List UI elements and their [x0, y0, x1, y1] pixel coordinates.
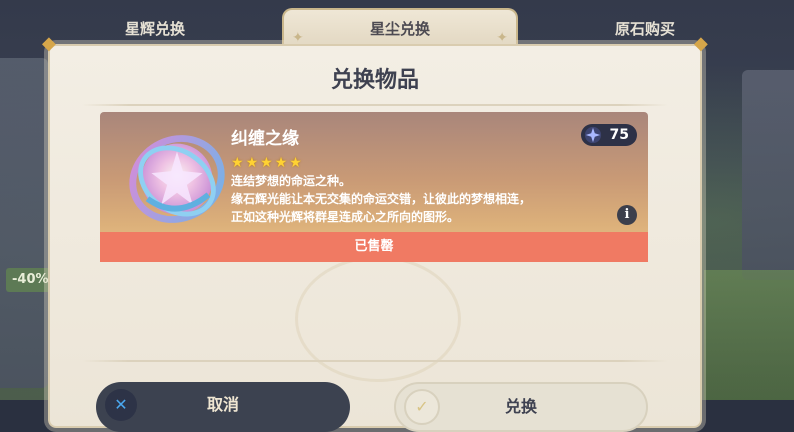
tab-stardust-exchange[interactable]: ✦ 星尘兑换 ✦ — [282, 8, 518, 48]
star-icon: ★ — [289, 155, 302, 171]
description-line: 连结梦想的命运之种。 — [231, 174, 352, 188]
description-line: 正如这种光辉将群星连成心之所向的图形。 — [231, 210, 460, 224]
description-line: 缘石辉光能让本无交集的命运交错，让彼此的梦想相连， — [231, 192, 532, 206]
cancel-button[interactable]: ✕ 取消 — [96, 382, 350, 432]
info-icon[interactable]: i — [617, 205, 637, 225]
tab-label: 星尘兑换 — [369, 20, 430, 38]
item-cost: 75 — [581, 124, 637, 146]
intertwined-fate-icon — [129, 135, 225, 223]
sold-out-bar: 已售罄 — [100, 232, 648, 262]
divider — [82, 104, 668, 106]
cancel-button-label: 取消 — [206, 395, 239, 414]
star-icon: ★ — [274, 155, 288, 171]
corner-ornament-icon: ◆ — [694, 33, 708, 54]
background-shop-card — [0, 58, 48, 388]
star-icon: ★ — [231, 155, 244, 171]
emblem-watermark — [295, 256, 461, 382]
check-icon: ✓ — [404, 389, 440, 425]
background-scenery — [704, 270, 794, 400]
corner-ornament-icon: ◆ — [42, 33, 56, 54]
divider — [82, 360, 668, 362]
item-description: 连结梦想的命运之种。 缘石辉光能让本无交集的命运交错，让彼此的梦想相连， 正如这… — [231, 172, 611, 226]
dialog-title: 兑换物品 — [330, 68, 419, 93]
tab-stardust-exchange-glitter[interactable]: 星辉兑换 — [80, 14, 230, 44]
item-rarity: ★ ★ ★ ★ ★ — [231, 152, 304, 171]
confirm-button[interactable]: ✓ 兑换 — [394, 382, 648, 432]
star-icon: ★ — [245, 155, 259, 171]
star-icon: ★ — [260, 155, 273, 171]
starglitter-icon — [584, 126, 602, 144]
item-name: 纠缠之缘 — [231, 129, 299, 149]
close-icon: ✕ — [105, 389, 137, 421]
exchange-dialog: ◆ ◆ 兑换物品 纠缠之缘 ★ ★ ★ ★ ★ 连结梦想的命运之种。 缘石辉光能… — [42, 35, 708, 432]
cost-value: 75 — [609, 127, 629, 143]
background-shop-card — [742, 70, 794, 280]
